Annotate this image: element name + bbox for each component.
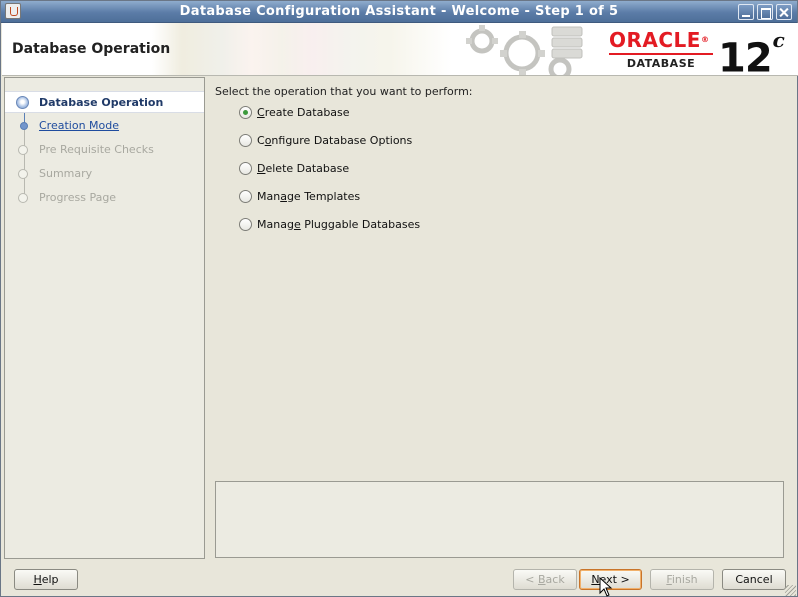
mouse-pointer-icon <box>599 577 613 597</box>
dbca-window: Database Configuration Assistant - Welco… <box>0 0 798 597</box>
radio-button[interactable] <box>239 134 252 147</box>
nav-step-label: Creation Mode <box>39 119 120 132</box>
nav-step-label: Progress Page <box>39 191 117 204</box>
nav-step-progress-page: Progress Page <box>5 187 204 209</box>
step-dot-icon <box>18 145 28 155</box>
oracle-brand: ORACLE <box>609 28 701 52</box>
radio-button-selected[interactable] <box>239 106 252 119</box>
page-title: Database Operation <box>12 41 171 57</box>
window-title: Database Configuration Assistant - Welco… <box>179 4 619 19</box>
version-number: 12 <box>718 35 773 76</box>
banner-decoration <box>152 23 452 75</box>
registered-mark: ® <box>700 35 710 44</box>
cancel-button[interactable]: Cancel <box>722 569 786 590</box>
nav-step-label: Summary <box>39 167 93 180</box>
radio-button[interactable] <box>239 162 252 175</box>
nav-step-label: Pre Requisite Checks <box>39 143 154 156</box>
nav-step-summary: Summary <box>5 163 204 185</box>
option-label: Manage Templates <box>257 190 361 203</box>
close-icon[interactable] <box>776 4 792 20</box>
option-label: Configure Database Options <box>257 134 413 147</box>
nav-step-label: Database Operation <box>39 96 164 109</box>
option-label: Create Database <box>257 106 350 119</box>
gears-icon <box>466 25 583 75</box>
header-banner: Database Operation ORACLE® DATABASE 12c <box>2 23 798 76</box>
option-label: Delete Database <box>257 162 350 175</box>
oracle-logo: ORACLE® DATABASE <box>609 28 713 70</box>
back-button[interactable]: < Back <box>513 569 577 590</box>
current-step-icon <box>16 96 29 109</box>
main-content: Select the operation that you want to pe… <box>209 77 795 559</box>
step-dot-icon <box>20 122 28 130</box>
help-button[interactable]: Help <box>14 569 78 590</box>
nav-step-creation-mode[interactable]: Creation Mode <box>5 115 204 137</box>
step-dot-icon <box>18 193 28 203</box>
version-suffix: c <box>772 28 785 52</box>
finish-button[interactable]: Finish <box>650 569 714 590</box>
radio-button[interactable] <box>239 218 252 231</box>
radio-button[interactable] <box>239 190 252 203</box>
message-area[interactable] <box>215 481 784 558</box>
nav-step-database-operation[interactable]: Database Operation <box>5 91 204 113</box>
step-navigation: Database Operation Creation Mode Pre Req… <box>4 77 205 559</box>
nav-step-pre-requisite-checks: Pre Requisite Checks <box>5 139 204 161</box>
minimize-icon[interactable] <box>738 4 754 20</box>
operation-prompt: Select the operation that you want to pe… <box>215 85 473 98</box>
resize-grip-icon[interactable] <box>785 585 796 596</box>
version-badge: 12c <box>718 25 785 76</box>
maximize-icon[interactable] <box>757 4 773 20</box>
option-label: Manage Pluggable Databases <box>257 218 421 231</box>
step-dot-icon <box>18 169 28 179</box>
title-bar[interactable]: Database Configuration Assistant - Welco… <box>1 1 797 23</box>
oracle-product: DATABASE <box>626 57 696 70</box>
